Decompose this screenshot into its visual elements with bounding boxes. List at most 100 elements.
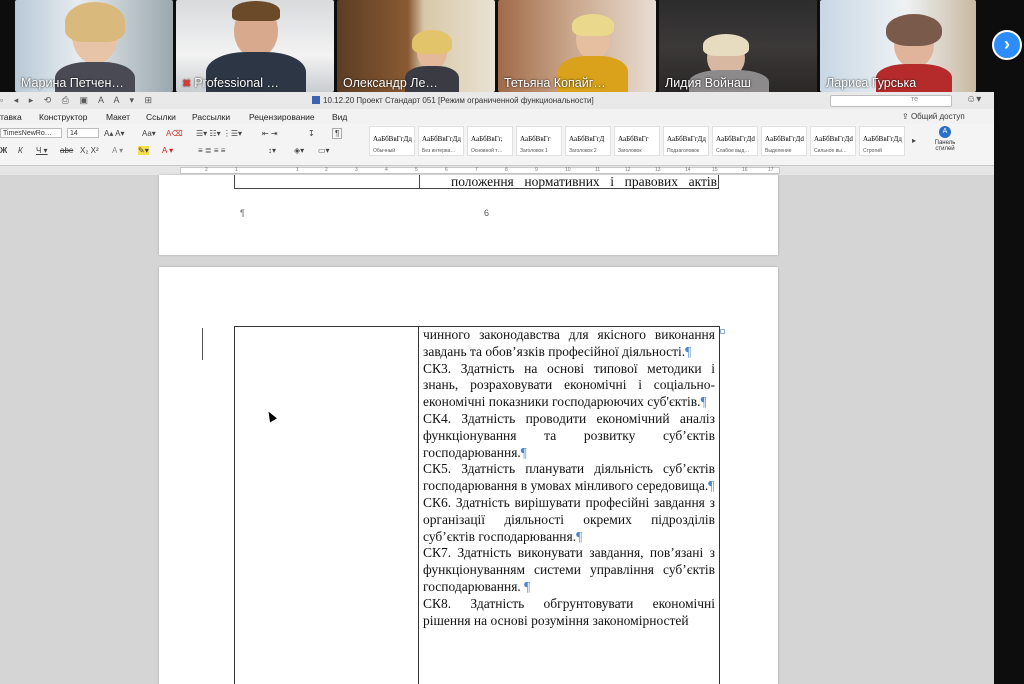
participant-tile[interactable]: ✖ Professional … xyxy=(176,0,334,92)
ruler-tick: 16 xyxy=(742,167,748,173)
tab-review[interactable]: Рецензирование xyxy=(249,112,315,122)
font-name-value: TimesNewRo… xyxy=(3,130,52,137)
line-spacing-icon[interactable]: ↕▾ xyxy=(268,146,276,155)
next-page-button[interactable]: › xyxy=(992,30,1022,60)
tab-view[interactable]: Вид xyxy=(332,112,347,122)
participant-tile[interactable]: Марина Петчен… xyxy=(15,0,173,92)
tab-layout[interactable]: Макет xyxy=(106,112,130,122)
style-card[interactable]: АаБбВвГг Заголовок xyxy=(614,126,660,156)
styles-pane-button[interactable]: A Панель стилей xyxy=(925,126,965,160)
style-card[interactable]: АаБбВвГгДд Подзаголовок xyxy=(663,126,709,156)
align-buttons[interactable]: ≡ ≣ ≡ ≡ xyxy=(198,146,225,155)
ruler-tick: 14 xyxy=(685,167,691,173)
font-name-select[interactable]: TimesNewRo… xyxy=(0,128,62,138)
share-label: Общий доступ xyxy=(910,112,965,121)
ruler-tick: 10 xyxy=(565,167,571,173)
paragraph-text: СК6. Здатність вирішувати професійні зав… xyxy=(423,494,715,544)
bold-button[interactable]: Ж xyxy=(0,146,7,155)
style-card[interactable]: АаБбВвГгДd Выделение xyxy=(761,126,807,156)
italic-button[interactable]: К xyxy=(18,146,23,155)
style-label: Подзаголовок xyxy=(667,148,699,154)
styles-gallery: АаБбВвГгДд Обычный АаБбВвГгДд Без интерва…… xyxy=(367,126,907,160)
participant-name: Олександр Ле… xyxy=(343,76,438,90)
table-cell[interactable]: чинного законодавства для якісного викон… xyxy=(423,327,715,629)
participant-strip: Марина Петчен… ✖ Professional … Олександр… xyxy=(0,0,1024,92)
style-label: Основной т… xyxy=(471,148,503,154)
ruler-tick: 1 xyxy=(296,167,299,173)
participant-tile-active[interactable]: Лидия Войнаш xyxy=(659,0,817,92)
text-cursor xyxy=(202,328,203,360)
style-card[interactable]: АаБбВвГгДd Сильное вы… xyxy=(810,126,856,156)
chevron-right-icon: › xyxy=(1004,34,1010,54)
shading-icon[interactable]: ◈▾ xyxy=(294,146,304,155)
participant-name: Лидия Войнаш xyxy=(665,76,751,90)
style-label: Заголовок xyxy=(618,148,642,154)
participant-tile[interactable]: Олександр Ле… xyxy=(337,0,495,92)
tab-references[interactable]: Ссылки xyxy=(146,112,176,122)
styles-more-icon[interactable]: ▸ xyxy=(912,136,916,145)
paragraph-mark: ¶ xyxy=(700,394,707,410)
style-label: Выделение xyxy=(765,148,792,154)
style-card[interactable]: АаБбВвГгДд Без интерва… xyxy=(418,126,464,156)
font-grow-shrink-buttons[interactable]: A▴ A▾ xyxy=(104,129,124,138)
participant-name: Тетьяна Копайг… xyxy=(504,76,606,90)
quick-access-toolbar[interactable]: ▫ ◂ ▸ ⟲ ⎙ ▣ A A ▾ ⊞ xyxy=(0,95,156,106)
participant-tile[interactable]: Тетьяна Копайг… xyxy=(498,0,656,92)
tab-insert[interactable]: тавка xyxy=(0,112,22,122)
change-case-button[interactable]: Aa▾ xyxy=(142,129,156,138)
document-page[interactable]: положення нормативних і правових актів ¶… xyxy=(159,174,778,255)
window-title-wrap: 10.12.20 Проект Стандарт 051 [Режим огра… xyxy=(312,96,594,105)
search-placeholder: те xyxy=(911,96,919,103)
strikethrough-button[interactable]: abe xyxy=(60,146,73,155)
window-title: 10.12.20 Проект Стандарт 051 [Режим огра… xyxy=(323,96,594,105)
styles-pane-icon: A xyxy=(939,126,951,138)
underline-button[interactable]: Ч ▾ xyxy=(36,146,48,155)
style-sample: АаБбВвГгДd xyxy=(716,135,755,143)
ruler-tick: 4 xyxy=(385,167,388,173)
style-label: Слабое выд… xyxy=(716,148,750,154)
share-icon: ⇪ xyxy=(902,112,911,121)
subscript-superscript-buttons[interactable]: X₂ X² xyxy=(80,146,99,155)
paragraph-mark: ¶ xyxy=(685,343,692,359)
paragraph-text: СК8. Здатність обгрунтовувати економічні… xyxy=(423,595,715,628)
list-buttons[interactable]: ☰▾ ☷▾ ⋮☰▾ xyxy=(196,129,242,138)
ruler-tick: 8 xyxy=(505,167,508,173)
share-button[interactable]: ⇪ Общий доступ xyxy=(902,112,965,121)
account-icon[interactable]: ☺▾ xyxy=(966,94,981,105)
participant-name-wrap: ✖ Professional … xyxy=(182,76,279,90)
tab-design[interactable]: Конструктор xyxy=(39,112,87,122)
highlight-icon[interactable]: ✎▾ xyxy=(138,146,149,155)
show-marks-button[interactable]: ¶ xyxy=(332,128,343,139)
document-area[interactable]: положення нормативних і правових актів ¶… xyxy=(0,174,994,684)
search-input[interactable]: те xyxy=(830,95,952,107)
ruler-tick: 5 xyxy=(415,167,418,173)
ruler-tick: 12 xyxy=(625,167,631,173)
style-card[interactable]: АаБбВвГгДd Слабое выд… xyxy=(712,126,758,156)
paragraph-text: СК7. Здатність виконувати завдання, пов’… xyxy=(423,545,715,594)
style-card[interactable]: АаБбВвГгД Заголовок 2 xyxy=(565,126,611,156)
style-label: Заголовок 1 xyxy=(520,148,548,154)
table-end-marker xyxy=(720,329,725,334)
style-sample: АаБбВвГгДд xyxy=(422,135,461,143)
style-card[interactable]: АаБбВвГг, Основной т… xyxy=(467,126,513,156)
borders-icon[interactable]: ▭▾ xyxy=(318,146,330,155)
style-label: Без интерва… xyxy=(422,148,456,154)
style-sample: АаБбВвГгДд xyxy=(373,135,412,143)
style-card[interactable]: АаБбВвГгДд Обычный xyxy=(369,126,415,156)
font-color-icon[interactable]: A ▾ xyxy=(162,146,173,155)
clear-format-icon[interactable]: A⌫ xyxy=(166,129,183,138)
sort-icon[interactable]: ↧ xyxy=(308,129,315,138)
style-card[interactable]: АаБбВвГгДд Строгий xyxy=(859,126,905,156)
paragraph-mark: ¶ xyxy=(520,444,527,460)
document-page[interactable]: чинного законодавства для якісного викон… xyxy=(159,267,778,684)
paragraph-text: СК4. Здатність проводити економічний ана… xyxy=(423,410,715,460)
style-card[interactable]: АаБбВвГг Заголовок 1 xyxy=(516,126,562,156)
style-sample: АаБбВвГг xyxy=(618,135,649,143)
participant-tile[interactable]: Лариса Гурська xyxy=(820,0,976,92)
text-effects-icon[interactable]: A ▾ xyxy=(112,146,123,155)
indent-buttons[interactable]: ⇤ ⇥ xyxy=(262,129,278,138)
font-size-select[interactable]: 14 xyxy=(67,128,99,138)
tab-mailings[interactable]: Рассылки xyxy=(192,112,230,122)
ruler-tick: 9 xyxy=(535,167,538,173)
paragraph-mark: ¶ xyxy=(576,528,583,544)
